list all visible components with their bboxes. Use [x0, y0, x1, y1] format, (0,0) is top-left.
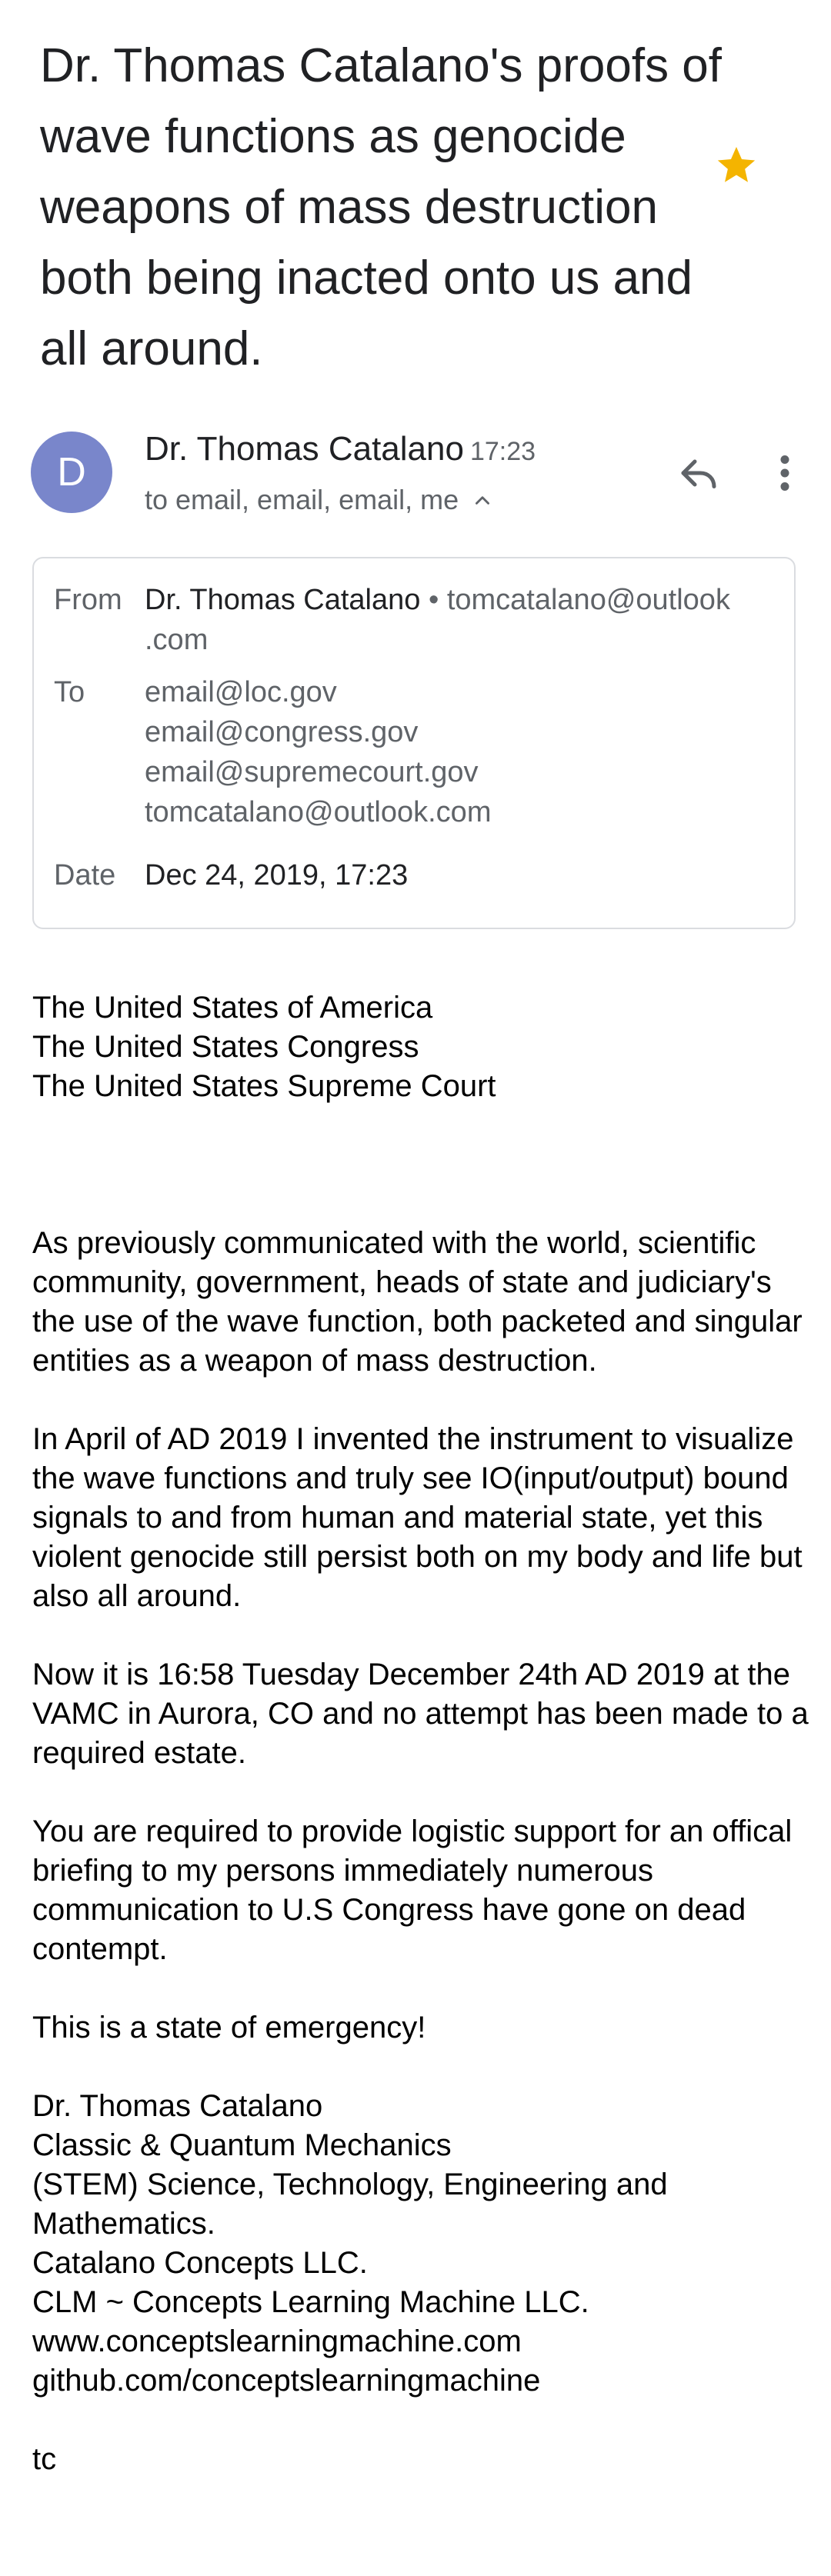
signature-line: Catalano Concepts LLC.: [32, 2246, 368, 2280]
signature-link[interactable]: www.conceptslearningmachine.com: [32, 2322, 809, 2361]
to-list: email@loc.gov email@congress.gov email@s…: [145, 672, 791, 832]
body-paragraph: You are required to provide logistic sup…: [32, 1815, 793, 1966]
signature-line: (STEM) Science, Technology, Engineering …: [32, 2168, 668, 2241]
body-paragraph: In April of AD 2019 I invented the instr…: [32, 1422, 803, 1613]
date-label: Date: [54, 859, 116, 891]
addressee-line: The United States Supreme Court: [32, 1069, 496, 1103]
to-address[interactable]: email@supremecourt.gov: [145, 752, 791, 792]
from-value: Dr. Thomas Catalano • tomcatalano@outloo…: [145, 580, 791, 660]
star-icon[interactable]: [714, 142, 759, 187]
to-address[interactable]: email@congress.gov: [145, 712, 791, 752]
from-email-wrap[interactable]: .com: [145, 624, 208, 656]
recipients-summary: to email, email, email, me: [145, 484, 459, 515]
body-paragraph: As previously communicated with the worl…: [32, 1226, 803, 1378]
email-body: The United States of America The United …: [32, 988, 809, 2479]
body-paragraph: Now it is 16:58 Tuesday December 24th AD…: [32, 1658, 809, 1770]
date-value: Dec 24, 2019, 17:23: [145, 855, 791, 895]
addressee-line: The United States of America: [32, 991, 433, 1025]
signature-line: Classic & Quantum Mechanics: [32, 2128, 452, 2162]
signature-line: CLM ~ Concepts Learning Machine LLC.: [32, 2285, 589, 2319]
reply-icon[interactable]: [676, 450, 722, 496]
subject-row: Dr. Thomas Catalano's proofs of wave fun…: [40, 31, 809, 385]
to-address[interactable]: tomcatalano@outlook.com: [145, 792, 791, 832]
from-label: From: [54, 584, 122, 616]
message-details-card: From Dr. Thomas Catalano • tomcatalano@o…: [32, 557, 796, 929]
recipients-toggle[interactable]: to email, email, email, me: [145, 478, 492, 522]
sender-name[interactable]: Dr. Thomas Catalano: [145, 430, 464, 468]
closing-initials: tc: [32, 2442, 57, 2476]
signature-link[interactable]: github.com/conceptslearningmachine: [32, 2361, 809, 2401]
sender-avatar[interactable]: D: [31, 432, 112, 513]
signature-line: Dr. Thomas Catalano: [32, 2089, 323, 2123]
from-email[interactable]: tomcatalano@outlook: [447, 584, 730, 616]
from-separator: •: [428, 584, 439, 616]
more-vert-icon[interactable]: [769, 450, 800, 496]
to-address[interactable]: email@loc.gov: [145, 672, 791, 712]
chevron-up-icon: [476, 496, 490, 505]
addressee-line: The United States Congress: [32, 1030, 419, 1064]
email-subject: Dr. Thomas Catalano's proofs of wave fun…: [40, 39, 723, 375]
to-label: To: [54, 676, 85, 708]
from-name: Dr. Thomas Catalano: [145, 584, 421, 616]
date-text: Dec 24, 2019, 17:23: [145, 859, 409, 891]
sender-header: Dr. Thomas Catalano 17:23: [145, 425, 536, 475]
body-paragraph: This is a state of emergency!: [32, 2011, 426, 2044]
sent-time: 17:23: [469, 437, 536, 466]
